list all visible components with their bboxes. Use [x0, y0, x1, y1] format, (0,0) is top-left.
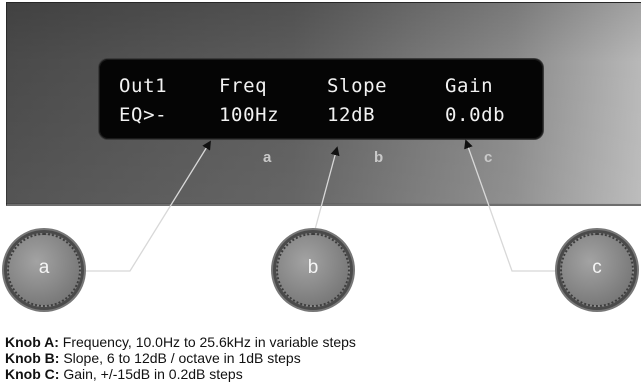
- callout-lines: [82, 139, 563, 272]
- knob-b[interactable]: b: [276, 233, 350, 307]
- knob-c[interactable]: c: [560, 233, 634, 307]
- callout-line-a: [82, 140, 211, 272]
- legend-term: Knob B:: [5, 350, 60, 366]
- knob-b-label: b: [307, 257, 319, 278]
- knob-c-label: c: [592, 257, 602, 278]
- legend-item-knob-c: Knob C: Gain, +/-15dB in 0.2dB steps: [5, 366, 625, 382]
- legend-description: Frequency, 10.0Hz to 25.6kHz in variable…: [58, 334, 356, 350]
- legend-term: Knob C:: [5, 366, 60, 382]
- legend-description: Slope, 6 to 12dB / octave in 1dB steps: [59, 350, 301, 366]
- knob-a-label: a: [38, 257, 50, 278]
- knob-legend: Knob A: Frequency, 10.0Hz to 25.6kHz in …: [5, 334, 625, 382]
- callout-line-c: [464, 139, 563, 272]
- callout-line-b: [312, 146, 340, 238]
- legend-item-knob-b: Knob B: Slope, 6 to 12dB / octave in 1dB…: [5, 350, 625, 366]
- knob-a[interactable]: a: [7, 233, 81, 307]
- legend-description: Gain, +/-15dB in 0.2dB steps: [59, 366, 243, 382]
- legend-item-knob-a: Knob A: Frequency, 10.0Hz to 25.6kHz in …: [5, 334, 625, 350]
- legend-term: Knob A:: [5, 334, 59, 350]
